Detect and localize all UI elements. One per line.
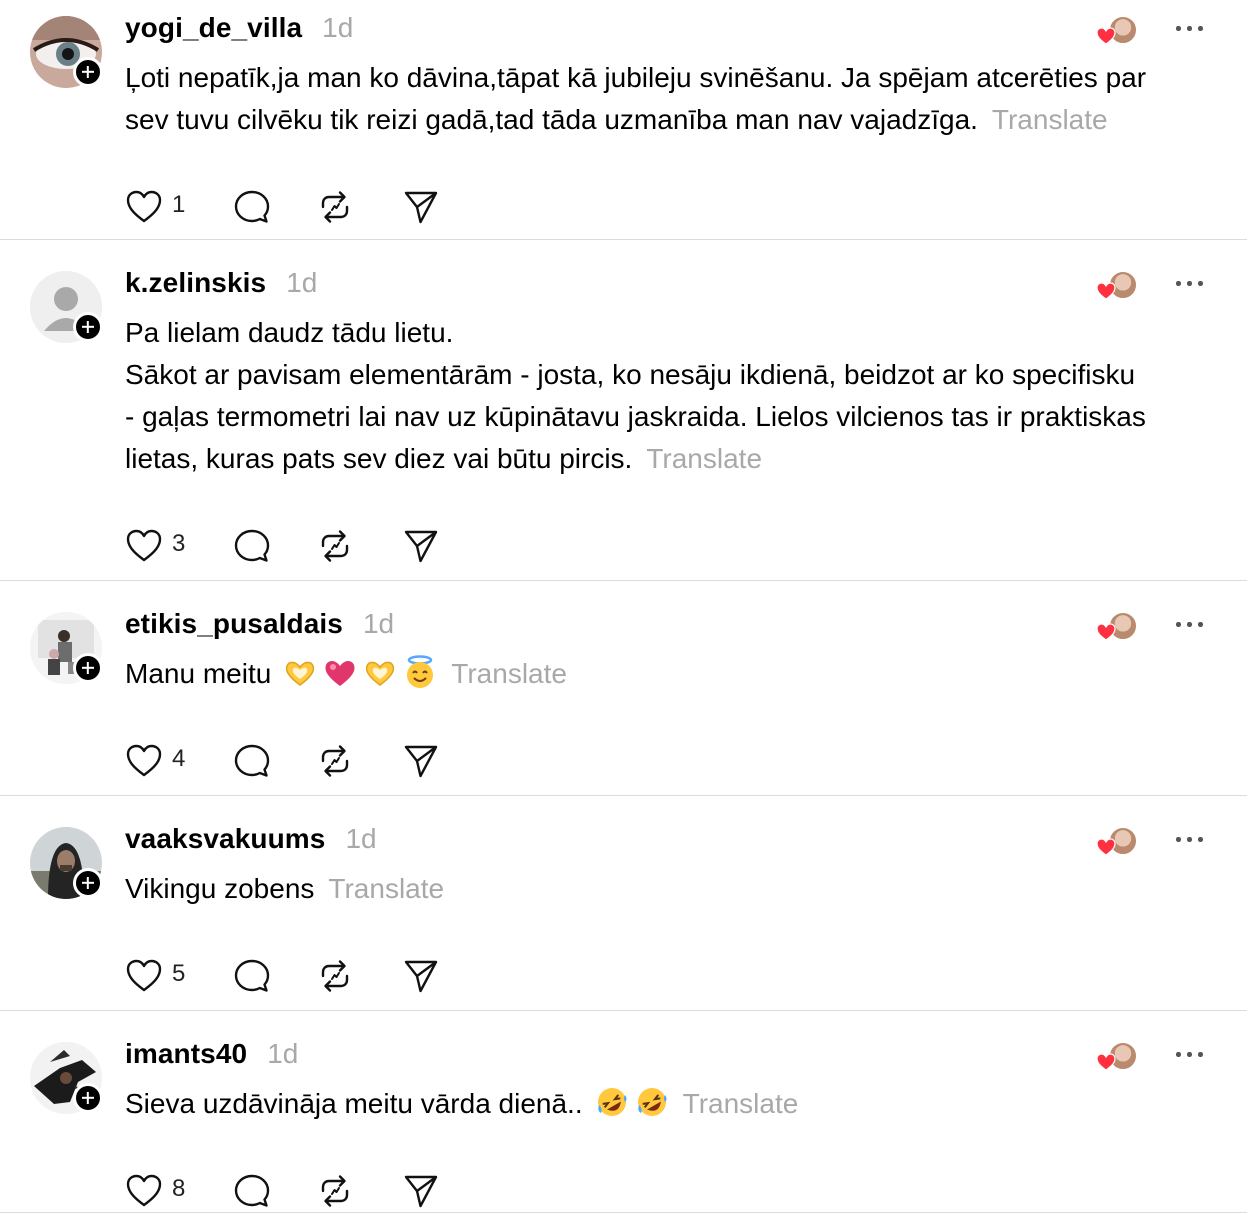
username[interactable]: vaaksvakuums — [125, 823, 325, 855]
like-count: 8 — [172, 1175, 186, 1202]
comment-icon[interactable] — [233, 743, 271, 779]
liked-heart-icon — [1096, 1053, 1116, 1071]
share-icon[interactable] — [402, 528, 440, 564]
timestamp: 1d — [267, 1038, 299, 1069]
follow-plus-icon[interactable] — [73, 653, 103, 683]
author-liked-indicator — [1096, 15, 1140, 47]
like-icon[interactable] — [125, 743, 163, 779]
heart-hands-icon — [363, 657, 397, 701]
text-line: lietas, kuras pats sev diez vai būtu pir… — [125, 438, 1215, 480]
smiling-halo-face-icon — [403, 655, 437, 701]
liked-heart-icon — [1096, 282, 1116, 300]
reply-post: imants40 1d Sieva uzdāvināja meitu vārda d… — [0, 1011, 1247, 1213]
follow-plus-icon[interactable] — [73, 57, 103, 87]
post-header: vaaksvakuums 1d — [125, 823, 377, 855]
username[interactable]: etikis_pusaldais — [125, 608, 343, 640]
comment-icon[interactable] — [233, 528, 271, 564]
translate-link[interactable]: Translate — [683, 1088, 799, 1119]
text-line: Sieva uzdāvināja meitu vārda dienā.. Tran… — [125, 1083, 1215, 1131]
text-line-content: Sākot ar pavisam elementārām - josta, ko… — [125, 359, 1136, 390]
translate-link[interactable]: Translate — [451, 658, 567, 689]
liked-heart-icon — [1096, 27, 1116, 45]
timestamp: 1d — [322, 12, 354, 43]
post-header: k.zelinskis 1d — [125, 267, 317, 299]
username[interactable]: imants40 — [125, 1038, 247, 1070]
text-line: Sākot ar pavisam elementārām - josta, ko… — [125, 354, 1215, 396]
share-icon[interactable] — [402, 958, 440, 994]
post-header: imants40 1d — [125, 1038, 298, 1070]
translate-link[interactable]: Translate — [646, 443, 762, 474]
author-liked-indicator — [1096, 826, 1140, 858]
repost-icon[interactable] — [316, 743, 354, 779]
heart-hands-icon — [283, 657, 317, 701]
share-icon[interactable] — [402, 189, 440, 225]
more-options-icon[interactable] — [1176, 614, 1206, 634]
text-line-content: Sieva uzdāvināja meitu vārda dienā.. — [125, 1088, 583, 1119]
like-count: 3 — [172, 530, 186, 557]
text-line: Vikingu zobens Translate — [125, 868, 1215, 910]
share-icon[interactable] — [402, 743, 440, 779]
reply-post: vaaksvakuums 1d Vikingu zobens Translate 5 — [0, 796, 1247, 1011]
repost-icon[interactable] — [316, 528, 354, 564]
translate-link[interactable]: Translate — [992, 104, 1108, 135]
post-header: yogi_de_villa 1d — [125, 12, 353, 44]
follow-plus-icon[interactable] — [73, 1083, 103, 1113]
timestamp: 1d — [345, 823, 377, 854]
text-line: Manu meitu Translate — [125, 653, 1215, 701]
text-line: - gaļas termometri lai nav uz kūpinātavu… — [125, 396, 1215, 438]
text-line-content: Pa lielam daudz tādu lietu. — [125, 317, 454, 348]
text-line: Ļoti nepatīk,ja man ko dāvina,tāpat kā j… — [125, 57, 1215, 99]
text-line: sev tuvu cilvēku tik reizi gadā,tad tāda… — [125, 99, 1215, 141]
repost-icon[interactable] — [316, 189, 354, 225]
author-liked-indicator — [1096, 611, 1140, 643]
rolling-laughing-face-icon — [595, 1085, 629, 1131]
text-line-content: Manu meitu — [125, 658, 272, 689]
post-header: etikis_pusaldais 1d — [125, 608, 394, 640]
text-line-content: Vikingu zobens — [125, 873, 315, 904]
timestamp: 1d — [362, 608, 395, 639]
post-text: Ļoti nepatīk,ja man ko dāvina,tāpat kā j… — [125, 57, 1215, 141]
reply-post: k.zelinskis 1d Pa lielam daudz tādu lietu.… — [0, 240, 1247, 581]
author-liked-indicator — [1096, 1041, 1140, 1073]
comment-icon[interactable] — [233, 1173, 271, 1209]
share-icon[interactable] — [402, 1173, 440, 1209]
post-text: Manu meitu Translate — [125, 653, 1215, 701]
text-line-content: Ļoti nepatīk,ja man ko dāvina,tāpat kā j… — [125, 62, 1147, 93]
like-count: 1 — [172, 191, 186, 218]
text-line-content: lietas, kuras pats sev diez vai būtu pir… — [125, 443, 633, 474]
repost-icon[interactable] — [316, 958, 354, 994]
like-icon[interactable] — [125, 189, 163, 225]
post-text: Vikingu zobens Translate — [125, 868, 1215, 910]
username[interactable]: yogi_de_villa — [125, 12, 302, 44]
like-icon[interactable] — [125, 528, 163, 564]
translate-link[interactable]: Translate — [328, 873, 444, 904]
pink-heart-icon — [323, 657, 357, 701]
repost-icon[interactable] — [316, 1173, 354, 1209]
reply-post: etikis_pusaldais 1d Manu meitu Translate 4 — [0, 581, 1247, 796]
text-line: Pa lielam daudz tādu lietu. — [125, 312, 1215, 354]
more-options-icon[interactable] — [1176, 1044, 1206, 1064]
post-text: Pa lielam daudz tādu lietu. Sākot ar pavi… — [125, 312, 1215, 480]
more-options-icon[interactable] — [1176, 829, 1206, 849]
like-count: 4 — [172, 745, 186, 772]
username[interactable]: k.zelinskis — [125, 267, 266, 299]
author-liked-indicator — [1096, 270, 1140, 302]
more-options-icon[interactable] — [1176, 273, 1206, 293]
like-icon[interactable] — [125, 1173, 163, 1209]
text-line-content: sev tuvu cilvēku tik reizi gadā,tad tāda… — [125, 104, 978, 135]
like-icon[interactable] — [125, 958, 163, 994]
reply-post: yogi_de_villa 1d Ļoti nepatīk,ja man ko dā… — [0, 0, 1247, 240]
follow-plus-icon[interactable] — [73, 312, 103, 342]
liked-heart-icon — [1096, 838, 1116, 856]
comment-icon[interactable] — [233, 958, 271, 994]
liked-heart-icon — [1096, 623, 1116, 641]
comment-icon[interactable] — [233, 189, 271, 225]
post-text: Sieva uzdāvināja meitu vārda dienā.. Tran… — [125, 1083, 1215, 1131]
text-line-content: - gaļas termometri lai nav uz kūpinātavu… — [125, 401, 1146, 432]
rolling-laughing-face-icon — [635, 1085, 669, 1131]
more-options-icon[interactable] — [1176, 18, 1206, 38]
timestamp: 1d — [286, 267, 318, 298]
follow-plus-icon[interactable] — [73, 868, 103, 898]
like-count: 5 — [172, 960, 186, 987]
